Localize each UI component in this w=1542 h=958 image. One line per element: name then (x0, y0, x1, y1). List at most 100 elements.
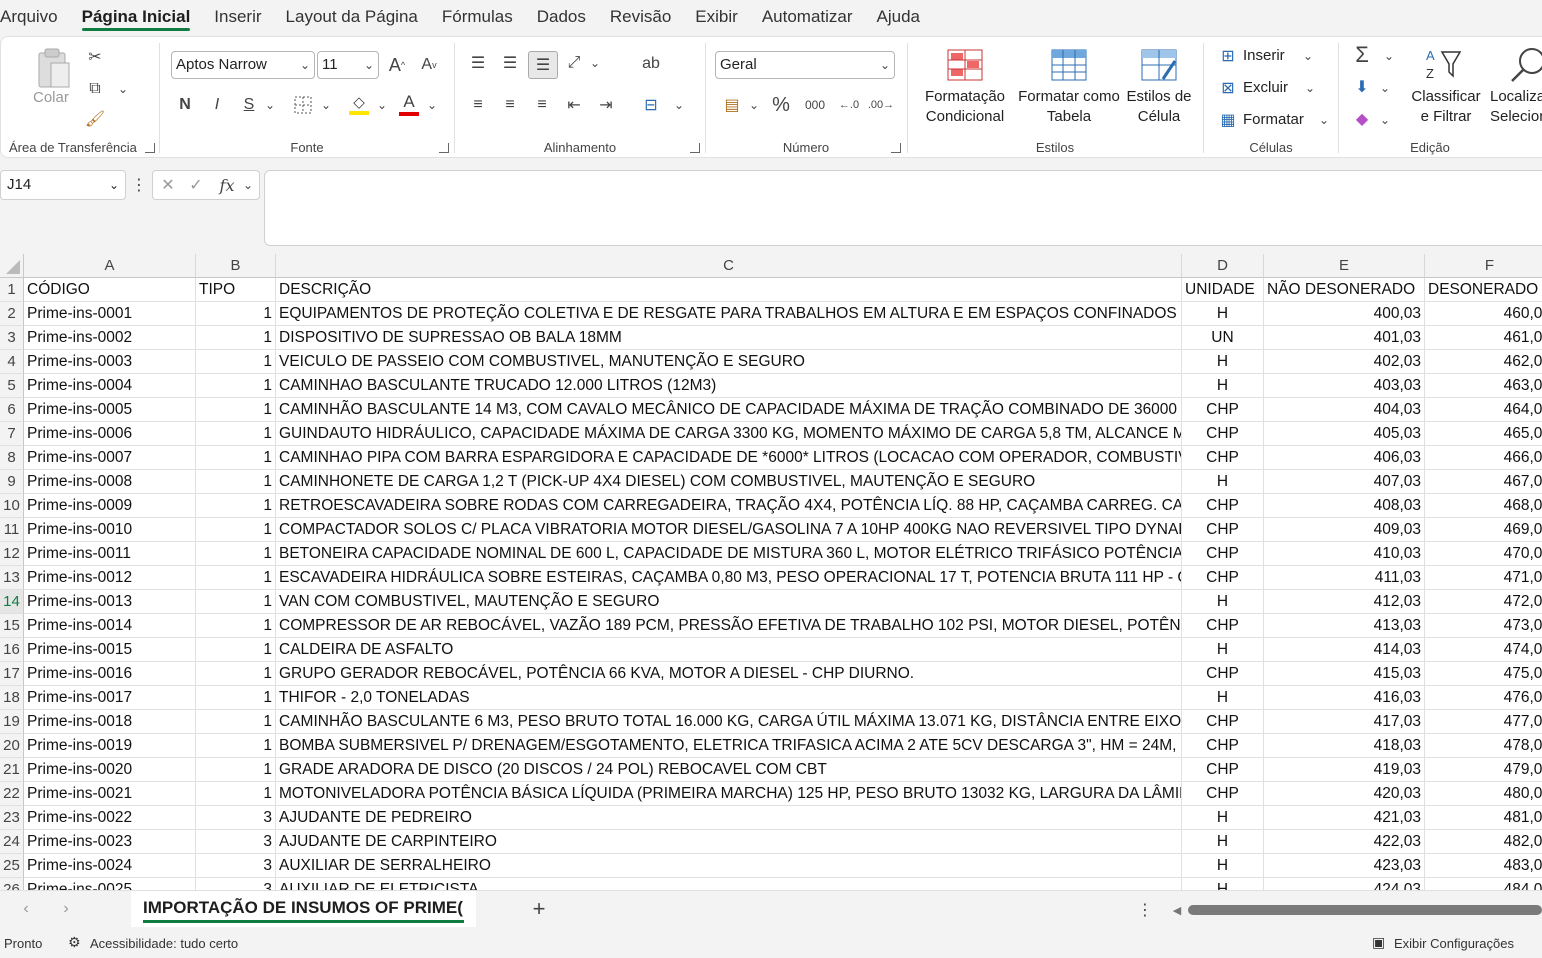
fill-icon[interactable]: ⬇ (1350, 75, 1374, 99)
format-cells-icon[interactable]: ▦ (1217, 109, 1239, 131)
cell-descricao[interactable]: GRUPO GERADOR REBOCÁVEL, POTÊNCIA 66 KVA… (276, 662, 1182, 686)
cell-tipo[interactable]: 1 (196, 374, 276, 398)
cell-unidade[interactable]: H (1182, 854, 1264, 878)
clear-icon[interactable]: ◆ (1350, 107, 1374, 131)
row-header[interactable]: 17 (0, 662, 24, 686)
chevron-down-icon[interactable]: ⌄ (1301, 45, 1315, 67)
row-header[interactable]: 6 (0, 398, 24, 422)
row-header[interactable]: 1 (0, 278, 24, 302)
cell-desonerado[interactable]: 483,03 (1425, 854, 1542, 878)
row-header[interactable]: 7 (0, 422, 24, 446)
cell-unidade[interactable]: H (1182, 806, 1264, 830)
chevron-down-icon[interactable]: ⌄ (1378, 77, 1392, 99)
cell-unidade[interactable]: H (1182, 350, 1264, 374)
cell-descricao[interactable]: VEICULO DE PASSEIO COM COMBUSTIVEL, MANU… (276, 350, 1182, 374)
cell-tipo[interactable]: 1 (196, 326, 276, 350)
cell-desonerado[interactable]: 470,03 (1425, 542, 1542, 566)
increase-font-icon[interactable]: A ^ (385, 51, 409, 79)
cell-descricao[interactable]: CAMINHÃO BASCULANTE 6 M3, PESO BRUTO TOT… (276, 710, 1182, 734)
cell-nao-desonerado[interactable]: 423,03 (1264, 854, 1425, 878)
row-header[interactable]: 5 (0, 374, 24, 398)
next-sheet-icon[interactable]: › (56, 897, 76, 921)
column-header-e[interactable]: E (1264, 254, 1425, 278)
font-size-dropdown[interactable]: 11 ⌄ (317, 51, 379, 79)
menu-revisao[interactable]: Revisão (598, 0, 683, 34)
cell-codigo[interactable]: Prime-ins-0006 (24, 422, 196, 446)
cell-tipo[interactable]: 3 (196, 830, 276, 854)
align-left-icon[interactable]: ≡ (466, 93, 490, 117)
cell-tipo[interactable]: 1 (196, 638, 276, 662)
chevron-down-icon[interactable]: ⌄ (672, 93, 686, 117)
align-right-icon[interactable]: ≡ (530, 93, 554, 117)
font-name-dropdown[interactable]: Aptos Narrow ⌄ (171, 51, 315, 79)
underline-button[interactable]: S (237, 93, 261, 117)
row-header[interactable]: 22 (0, 782, 24, 806)
cell-unidade[interactable]: CHP (1182, 518, 1264, 542)
cell-unidade[interactable]: CHP (1182, 614, 1264, 638)
formula-input[interactable] (264, 170, 1542, 246)
decrease-font-icon[interactable]: Av (417, 51, 441, 79)
bold-button[interactable]: N (173, 93, 197, 117)
cell-desonerado[interactable]: 477,03 (1425, 710, 1542, 734)
copy-icon[interactable]: ⧉ (83, 77, 107, 101)
cell-codigo[interactable]: Prime-ins-0008 (24, 470, 196, 494)
cell-descricao[interactable]: CALDEIRA DE ASFALTO (276, 638, 1182, 662)
display-settings-button[interactable]: Exibir Configurações (1394, 936, 1514, 951)
cell-codigo[interactable]: Prime-ins-0010 (24, 518, 196, 542)
sort-filter-button[interactable]: Classificar e Filtrar (1406, 87, 1486, 127)
menu-formulas[interactable]: Fórmulas (430, 0, 525, 34)
cell-nao-desonerado[interactable]: 412,03 (1264, 590, 1425, 614)
paste-icon[interactable] (31, 45, 75, 93)
row-header[interactable]: 23 (0, 806, 24, 830)
cell-codigo[interactable]: Prime-ins-0015 (24, 638, 196, 662)
cell-descricao[interactable]: GRADE ARADORA DE DISCO (20 DISCOS / 24 P… (276, 758, 1182, 782)
row-header[interactable]: 11 (0, 518, 24, 542)
cell-tipo[interactable]: 1 (196, 782, 276, 806)
cell-unidade[interactable]: H (1182, 686, 1264, 710)
cell-codigo[interactable]: Prime-ins-0012 (24, 566, 196, 590)
more-options-icon[interactable]: ⋮ (131, 172, 147, 198)
format-cells-button[interactable]: Formatar (1243, 111, 1304, 128)
cell-nao-desonerado[interactable]: 414,03 (1264, 638, 1425, 662)
cell-codigo[interactable]: CÓDIGO (24, 278, 196, 302)
cell-desonerado[interactable]: 462,03 (1425, 350, 1542, 374)
cell-tipo[interactable]: 1 (196, 734, 276, 758)
cell-unidade[interactable]: CHP (1182, 566, 1264, 590)
insert-cells-icon[interactable]: ⊞ (1217, 45, 1239, 67)
row-header[interactable]: 26 (0, 878, 24, 890)
chevron-down-icon[interactable]: ⌄ (319, 93, 333, 117)
cell-tipo[interactable]: 1 (196, 422, 276, 446)
chevron-down-icon[interactable]: ⌄ (375, 93, 389, 117)
cell-nao-desonerado[interactable]: 406,03 (1264, 446, 1425, 470)
cell-nao-desonerado[interactable]: 402,03 (1264, 350, 1425, 374)
row-header[interactable]: 2 (0, 302, 24, 326)
cell-nao-desonerado[interactable]: 403,03 (1264, 374, 1425, 398)
cell-descricao[interactable]: COMPRESSOR DE AR REBOCÁVEL, VAZÃO 189 PC… (276, 614, 1182, 638)
menu-exibir[interactable]: Exibir (683, 0, 750, 34)
row-header[interactable]: 12 (0, 542, 24, 566)
cell-tipo[interactable]: 1 (196, 494, 276, 518)
clipboard-launcher-icon[interactable] (145, 143, 155, 153)
cell-unidade[interactable]: UNIDADE (1182, 278, 1264, 302)
cell-nao-desonerado[interactable]: 410,03 (1264, 542, 1425, 566)
cell-nao-desonerado[interactable]: 411,03 (1264, 566, 1425, 590)
cell-nao-desonerado[interactable]: 420,03 (1264, 782, 1425, 806)
cell-descricao[interactable]: AJUDANTE DE PEDREIRO (276, 806, 1182, 830)
cell-codigo[interactable]: Prime-ins-0007 (24, 446, 196, 470)
accounting-format-icon[interactable]: ▤ (719, 93, 745, 117)
cell-desonerado[interactable]: 461,03 (1425, 326, 1542, 350)
delete-cells-button[interactable]: Excluir (1243, 79, 1288, 96)
menu-layout[interactable]: Layout da Página (274, 0, 430, 34)
row-header[interactable]: 4 (0, 350, 24, 374)
cell-nao-desonerado[interactable]: 415,03 (1264, 662, 1425, 686)
wrap-text-icon[interactable]: ab (638, 51, 664, 77)
cell-tipo[interactable]: 3 (196, 878, 276, 890)
cell-unidade[interactable]: H (1182, 878, 1264, 890)
cell-tipo[interactable]: 1 (196, 686, 276, 710)
menu-inserir[interactable]: Inserir (202, 0, 273, 34)
cell-tipo[interactable]: 3 (196, 806, 276, 830)
row-header[interactable]: 16 (0, 638, 24, 662)
cell-nao-desonerado[interactable]: 413,03 (1264, 614, 1425, 638)
cell-tipo[interactable]: 1 (196, 302, 276, 326)
cell-tipo[interactable]: 1 (196, 566, 276, 590)
